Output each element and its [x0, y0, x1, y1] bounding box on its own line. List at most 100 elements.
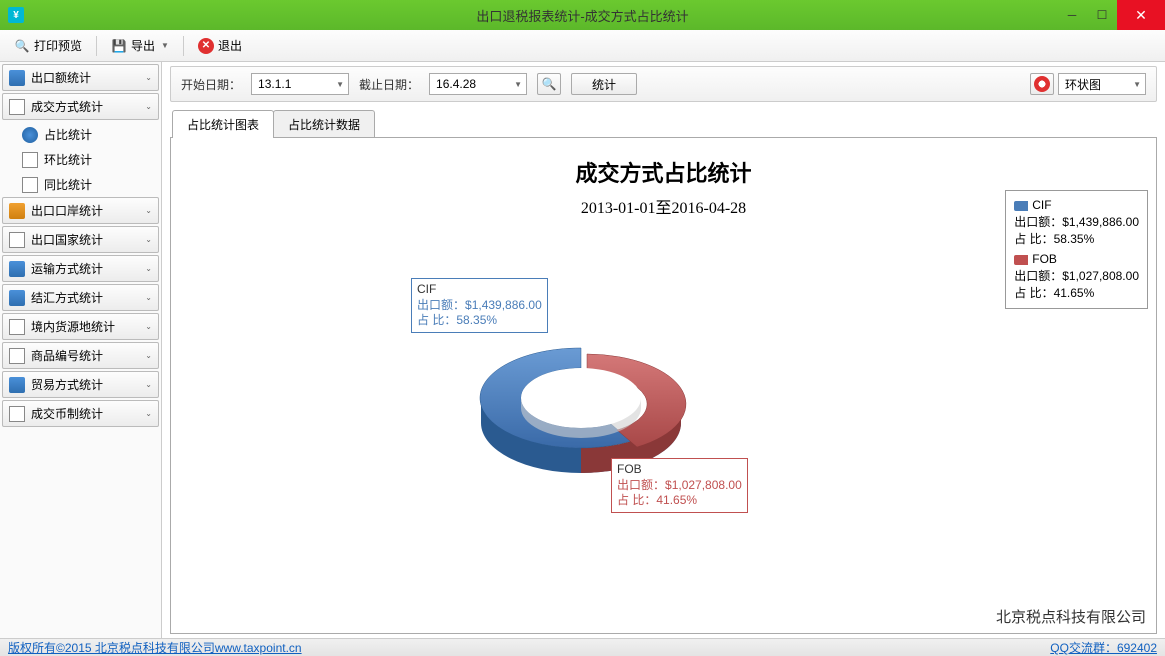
sidebar-item-yoy[interactable]: 同比统计 [2, 172, 159, 197]
sidebar-group-deal-method[interactable]: 成交方式统计 ⌄ [2, 93, 159, 120]
filter-bar: 开始日期： 13.1.1 ▼ 截止日期： 16.4.28 ▼ 🔍 统计 [170, 66, 1157, 102]
sidebar-label: 境内货源地统计 [31, 318, 115, 335]
bar-icon [9, 319, 25, 335]
grid-icon [9, 290, 25, 306]
sidebar-group-port[interactable]: 出口口岸统计 ⌄ [2, 197, 159, 224]
exit-icon: ✕ [198, 38, 214, 54]
chevron-icon: ⌄ [145, 264, 152, 273]
start-date-value: 13.1.1 [258, 77, 291, 91]
bar-icon [22, 177, 38, 193]
minimize-button[interactable]: ─ [1057, 0, 1087, 30]
fob-name: FOB [617, 462, 742, 478]
chart-area: 成交方式占比统计 2013-01-01至2016-04-28 [170, 137, 1157, 634]
exit-button[interactable]: ✕ 退出 [192, 35, 248, 56]
search-button[interactable]: 🔍 [537, 73, 561, 95]
swatch-cif [1014, 201, 1028, 211]
toolbar: 🔍 打印预览 💾 导出 ▼ ✕ 退出 [0, 30, 1165, 62]
sidebar-group-product[interactable]: 商品编号统计 ⌄ [2, 342, 159, 369]
titlebar: ¥ 出口退税报表统计-成交方式占比统计 ─ ☐ ✕ [0, 0, 1165, 30]
legend-fob-pct: 41.65% [1054, 286, 1095, 300]
legend-cif-name: CIF [1032, 198, 1051, 212]
fob-amount: $1,027,808.00 [665, 478, 742, 492]
sidebar-group-source[interactable]: 境内货源地统计 ⌄ [2, 313, 159, 340]
sidebar-sub-label: 环比统计 [44, 151, 92, 168]
legend: CIF 出口额：$1,439,886.00 占 比：58.35% FOB 出口额… [1005, 190, 1148, 309]
chart-type-selector: 环状图 ▼ [1030, 73, 1146, 95]
fob-amount-label: 出口额： [617, 478, 665, 492]
search-icon: 🔍 [542, 77, 557, 91]
chevron-icon: ⌄ [145, 380, 152, 389]
chart-icon [9, 406, 25, 422]
chevron-icon: ⌄ [145, 351, 152, 360]
legend-fob-name: FOB [1032, 252, 1057, 266]
app-icon: ¥ [8, 7, 24, 23]
chevron-icon: ⌄ [145, 102, 152, 111]
sidebar-label: 贸易方式统计 [31, 376, 103, 393]
tab-chart[interactable]: 占比统计图表 [172, 110, 274, 138]
chart-icon [9, 70, 25, 86]
chart-type-icon-button[interactable] [1030, 73, 1054, 95]
print-preview-label: 打印预览 [34, 37, 82, 54]
chart-type-combo[interactable]: 环状图 ▼ [1058, 73, 1146, 95]
preview-icon: 🔍 [14, 38, 30, 54]
qq-link[interactable]: QQ交流群：692402 [1050, 639, 1157, 656]
print-preview-button[interactable]: 🔍 打印预览 [8, 35, 88, 56]
statusbar: 版权所有©2015 北京税点科技有限公司www.taxpoint.cn QQ交流… [0, 638, 1165, 656]
swatch-fob [1014, 255, 1028, 265]
chevron-down-icon: ▼ [514, 80, 522, 89]
line-icon [9, 348, 25, 364]
sidebar-group-export-amount[interactable]: 出口额统计 ⌄ [2, 64, 159, 91]
sidebar-label: 商品编号统计 [31, 347, 103, 364]
list-icon [9, 261, 25, 277]
content: 开始日期： 13.1.1 ▼ 截止日期： 16.4.28 ▼ 🔍 统计 [162, 62, 1165, 638]
chart-title: 成交方式占比统计 [171, 156, 1156, 188]
maximize-button[interactable]: ☐ [1087, 0, 1117, 30]
sidebar-item-mom[interactable]: 环比统计 [2, 147, 159, 172]
start-date-combo[interactable]: 13.1.1 ▼ [251, 73, 349, 95]
tab-data[interactable]: 占比统计数据 [273, 110, 375, 138]
sidebar-group-transport[interactable]: 运输方式统计 ⌄ [2, 255, 159, 282]
company-name: 北京税点科技有限公司 [996, 606, 1146, 627]
tab-label: 占比统计数据 [288, 118, 360, 132]
chevron-icon: ⌄ [145, 322, 152, 331]
export-icon: 💾 [111, 38, 127, 54]
end-date-label: 截止日期： [359, 76, 419, 93]
sidebar-group-currency[interactable]: 成交币制统计 ⌄ [2, 400, 159, 427]
sidebar-label: 出口国家统计 [31, 231, 103, 248]
tabs: 占比统计图表 占比统计数据 [172, 110, 1157, 138]
chevron-icon: ⌄ [145, 409, 152, 418]
bar-icon [9, 232, 25, 248]
legend-cif-pct: 58.35% [1054, 232, 1095, 246]
export-label: 导出 [131, 37, 155, 54]
chevron-icon: ⌄ [145, 293, 152, 302]
cif-name: CIF [417, 282, 542, 298]
end-date-combo[interactable]: 16.4.28 ▼ [429, 73, 527, 95]
sidebar-item-ratio[interactable]: 占比统计 [2, 122, 159, 147]
sidebar-sub-label: 同比统计 [44, 176, 92, 193]
sidebar-label: 运输方式统计 [31, 260, 103, 277]
legend-fob-pct-label: 占 比： [1014, 286, 1053, 300]
end-date-value: 16.4.28 [436, 77, 476, 91]
legend-fob-amount: $1,027,808.00 [1062, 269, 1139, 283]
start-date-label: 开始日期： [181, 76, 241, 93]
grid-icon [9, 377, 25, 393]
window-controls: ─ ☐ ✕ [1057, 0, 1165, 30]
cif-pct: 58.35% [456, 313, 497, 327]
sidebar-label: 结汇方式统计 [31, 289, 103, 306]
sidebar-group-settlement[interactable]: 结汇方式统计 ⌄ [2, 284, 159, 311]
line-chart-icon [9, 99, 25, 115]
chevron-down-icon: ▼ [1133, 80, 1141, 89]
sidebar-sub-label: 占比统计 [44, 126, 92, 143]
copyright-link[interactable]: 版权所有©2015 北京税点科技有限公司www.taxpoint.cn [8, 639, 302, 656]
globe-icon [22, 127, 38, 143]
stat-button[interactable]: 统计 [571, 73, 637, 95]
export-button[interactable]: 💾 导出 ▼ [105, 35, 175, 56]
close-button[interactable]: ✕ [1117, 0, 1165, 30]
cif-pct-label: 占 比： [417, 313, 456, 327]
main: 出口额统计 ⌄ 成交方式统计 ⌄ 占比统计 环比统计 同比统计 出口口岸统计 ⌄… [0, 62, 1165, 638]
cif-amount-label: 出口额： [417, 298, 465, 312]
window-title: 出口退税报表统计-成交方式占比统计 [476, 6, 688, 25]
chevron-down-icon: ▼ [161, 41, 169, 50]
sidebar-group-country[interactable]: 出口国家统计 ⌄ [2, 226, 159, 253]
sidebar-group-trade[interactable]: 贸易方式统计 ⌄ [2, 371, 159, 398]
